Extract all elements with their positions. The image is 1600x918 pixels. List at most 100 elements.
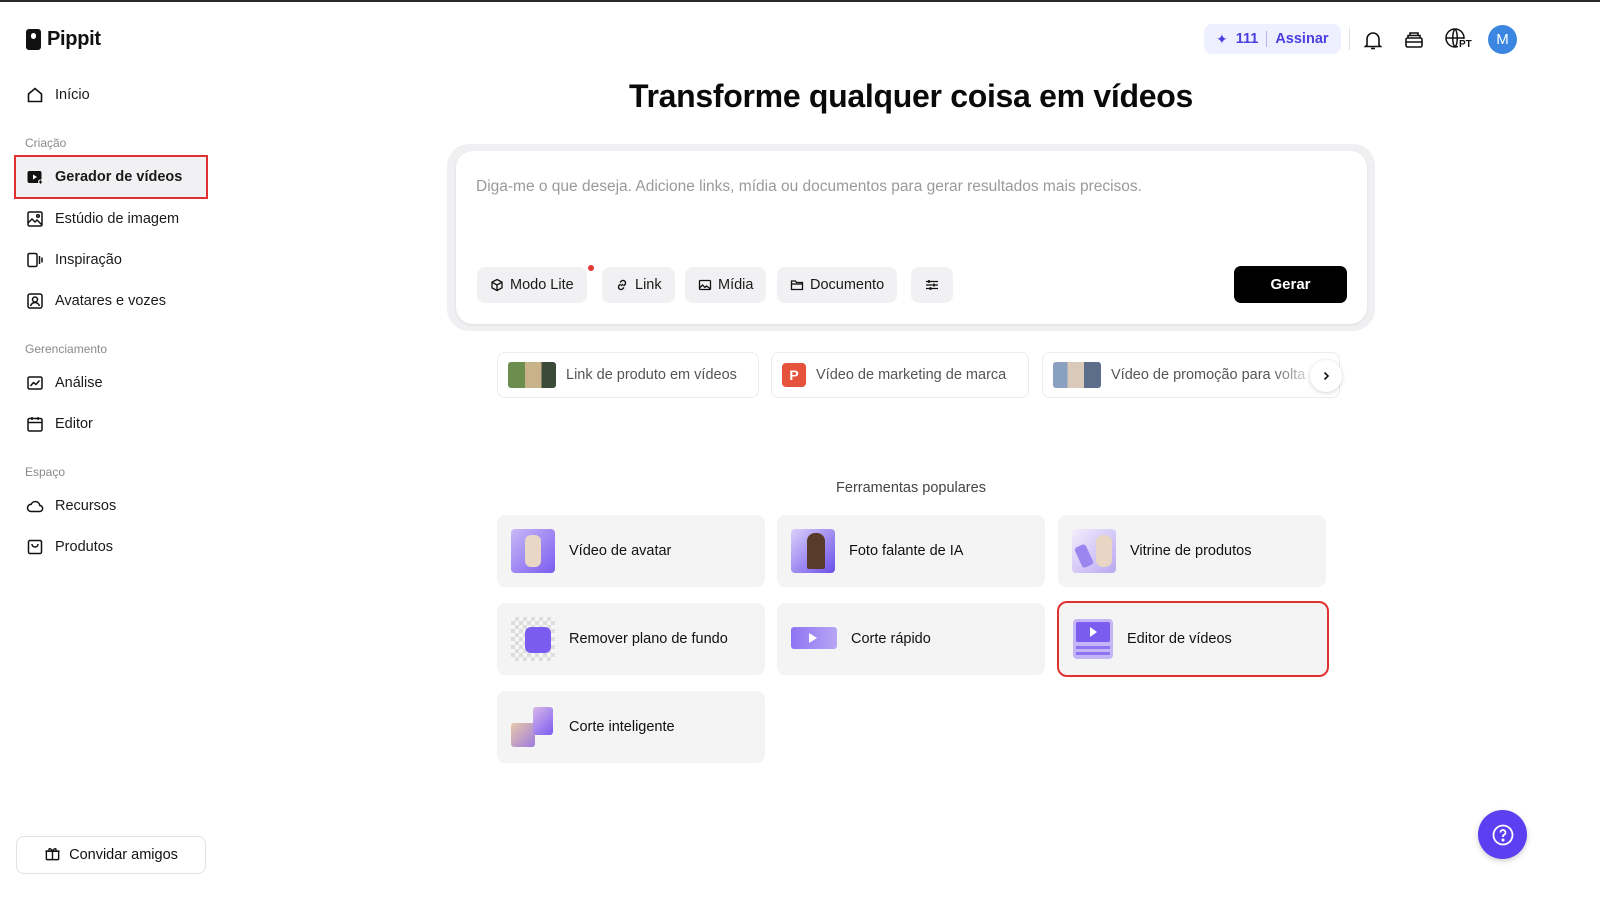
generate-button[interactable]: Gerar xyxy=(1234,266,1347,303)
tool-label: Foto falante de IA xyxy=(849,543,964,559)
section-label-espaco: Espaço xyxy=(25,465,66,479)
header-divider xyxy=(1349,28,1350,50)
sidebar-item-recursos[interactable]: Recursos xyxy=(16,486,206,526)
shopping-bag-icon xyxy=(25,537,45,557)
page-title: Transforme qualquer coisa em vídeos xyxy=(629,78,1193,114)
sidebar-item-label: Avatares e vozes xyxy=(55,293,166,309)
image-icon xyxy=(698,278,712,292)
invite-friends-label: Convidar amigos xyxy=(69,847,178,863)
chevron-right-icon xyxy=(1323,371,1330,381)
sliders-icon xyxy=(925,278,939,292)
analytics-icon xyxy=(25,373,45,393)
tool-remove-background[interactable]: Remover plano de fundo xyxy=(497,603,765,675)
stack-icon[interactable] xyxy=(1401,27,1427,53)
section-label-gerenciamento: Gerenciamento xyxy=(25,342,108,356)
home-icon xyxy=(25,85,45,105)
product-showcase-icon xyxy=(1072,529,1116,573)
sidebar-item-label: Inspiração xyxy=(55,252,122,268)
credits-count: 111 xyxy=(1235,31,1259,47)
avatar[interactable]: M xyxy=(1488,25,1517,54)
sidebar-item-gerador-de-videos[interactable]: Gerador de vídeos xyxy=(14,155,208,199)
app-logo[interactable]: Pippit xyxy=(26,28,101,51)
sidebar-item-estudio-de-imagem[interactable]: Estúdio de imagem xyxy=(16,199,206,239)
talking-photo-icon xyxy=(791,529,835,573)
suggestion-thumbnail xyxy=(508,362,556,388)
chip-label: Documento xyxy=(810,277,885,293)
sidebar-item-avatares-e-vozes[interactable]: Avatares e vozes xyxy=(16,281,206,321)
tool-label: Corte rápido xyxy=(851,631,931,647)
app-name: Pippit xyxy=(47,28,101,50)
tool-product-showcase[interactable]: Vitrine de produtos xyxy=(1058,515,1326,587)
video-generator-icon xyxy=(25,167,45,187)
presentation-icon: P xyxy=(782,363,806,387)
sidebar-item-label: Estúdio de imagem xyxy=(55,211,180,227)
section-label-criacao: Criação xyxy=(25,136,67,150)
inspiration-icon xyxy=(25,250,45,270)
tool-ai-talking-photo[interactable]: Foto falante de IA xyxy=(777,515,1045,587)
credits-subscribe-pill[interactable]: ✦ 111 Assinar xyxy=(1204,24,1341,54)
globe-icon[interactable]: PT xyxy=(1443,27,1473,53)
notification-dot xyxy=(588,265,594,271)
video-editor-icon xyxy=(1073,619,1113,659)
sidebar-item-label: Editor xyxy=(55,416,93,432)
calendar-icon xyxy=(25,414,45,434)
avatar-voice-icon xyxy=(25,291,45,311)
smart-cut-icon xyxy=(511,705,555,749)
sidebar-item-editor[interactable]: Editor xyxy=(16,404,206,444)
invite-friends-button[interactable]: Convidar amigos xyxy=(16,836,206,874)
quick-cut-icon xyxy=(791,617,837,661)
cube-icon xyxy=(490,278,504,292)
subscribe-link[interactable]: Assinar xyxy=(1275,31,1328,47)
sidebar-item-inicio[interactable]: Início xyxy=(16,75,206,115)
sidebar-item-label: Início xyxy=(55,87,90,103)
avatar-video-icon xyxy=(511,529,555,573)
mode-lite-button[interactable]: Modo Lite xyxy=(477,267,587,303)
document-button[interactable]: Documento xyxy=(777,267,898,303)
link-button[interactable]: Link xyxy=(602,267,675,303)
chip-label: Mídia xyxy=(718,277,754,293)
tool-smart-cut[interactable]: Corte inteligente xyxy=(497,691,765,763)
tool-quick-cut[interactable]: Corte rápido xyxy=(777,603,1045,675)
image-studio-icon xyxy=(25,209,45,229)
tool-video-editor[interactable]: Editor de vídeos xyxy=(1057,601,1329,677)
sidebar-item-label: Produtos xyxy=(55,539,114,555)
sidebar: Pippit Início Criação Gerador de vídeos … xyxy=(0,2,220,918)
suggestion-label: Vídeo de marketing de marca xyxy=(816,367,1007,383)
prompt-placeholder[interactable]: Diga-me o que deseja. Adicione links, mí… xyxy=(476,178,1142,196)
sidebar-item-produtos[interactable]: Produtos xyxy=(16,527,206,567)
bell-icon[interactable] xyxy=(1360,27,1386,53)
sidebar-item-analise[interactable]: Análise xyxy=(16,363,206,403)
tool-label: Corte inteligente xyxy=(569,719,675,735)
suggestion-brand-marketing[interactable]: P Vídeo de marketing de marca xyxy=(771,352,1029,398)
gift-icon xyxy=(44,845,61,866)
top-border xyxy=(0,0,1600,2)
folder-icon xyxy=(790,278,804,292)
tool-label: Editor de vídeos xyxy=(1127,631,1232,647)
suggestion-label: Link de produto em vídeos xyxy=(566,367,737,383)
tool-label: Remover plano de fundo xyxy=(569,631,728,647)
question-icon xyxy=(1492,824,1513,845)
sidebar-item-label: Recursos xyxy=(55,498,117,514)
popular-tools-title: Ferramentas populares xyxy=(836,480,986,496)
tool-label: Vídeo de avatar xyxy=(569,543,672,559)
language-badge: PT xyxy=(1458,39,1473,50)
suggestion-product-link[interactable]: Link de produto em vídeos xyxy=(497,352,759,398)
sparkle-icon: ✦ xyxy=(1216,30,1228,47)
chip-label: Link xyxy=(635,277,662,293)
sidebar-item-label: Análise xyxy=(55,375,103,391)
chip-label: Modo Lite xyxy=(510,277,574,293)
link-icon xyxy=(615,278,629,292)
cloud-icon xyxy=(25,496,45,516)
tool-avatar-video[interactable]: Vídeo de avatar xyxy=(497,515,765,587)
sidebar-item-label: Gerador de vídeos xyxy=(55,169,183,185)
settings-button[interactable] xyxy=(911,267,953,303)
remove-background-icon xyxy=(511,617,555,661)
tool-label: Vitrine de produtos xyxy=(1130,543,1252,559)
help-button[interactable] xyxy=(1478,810,1527,859)
divider xyxy=(1266,31,1268,47)
pippit-logo-icon xyxy=(26,29,41,50)
media-button[interactable]: Mídia xyxy=(685,267,767,303)
suggestion-thumbnail xyxy=(1053,362,1101,388)
suggestions-next-button[interactable] xyxy=(1310,360,1342,392)
sidebar-item-inspiracao[interactable]: Inspiração xyxy=(16,240,206,280)
